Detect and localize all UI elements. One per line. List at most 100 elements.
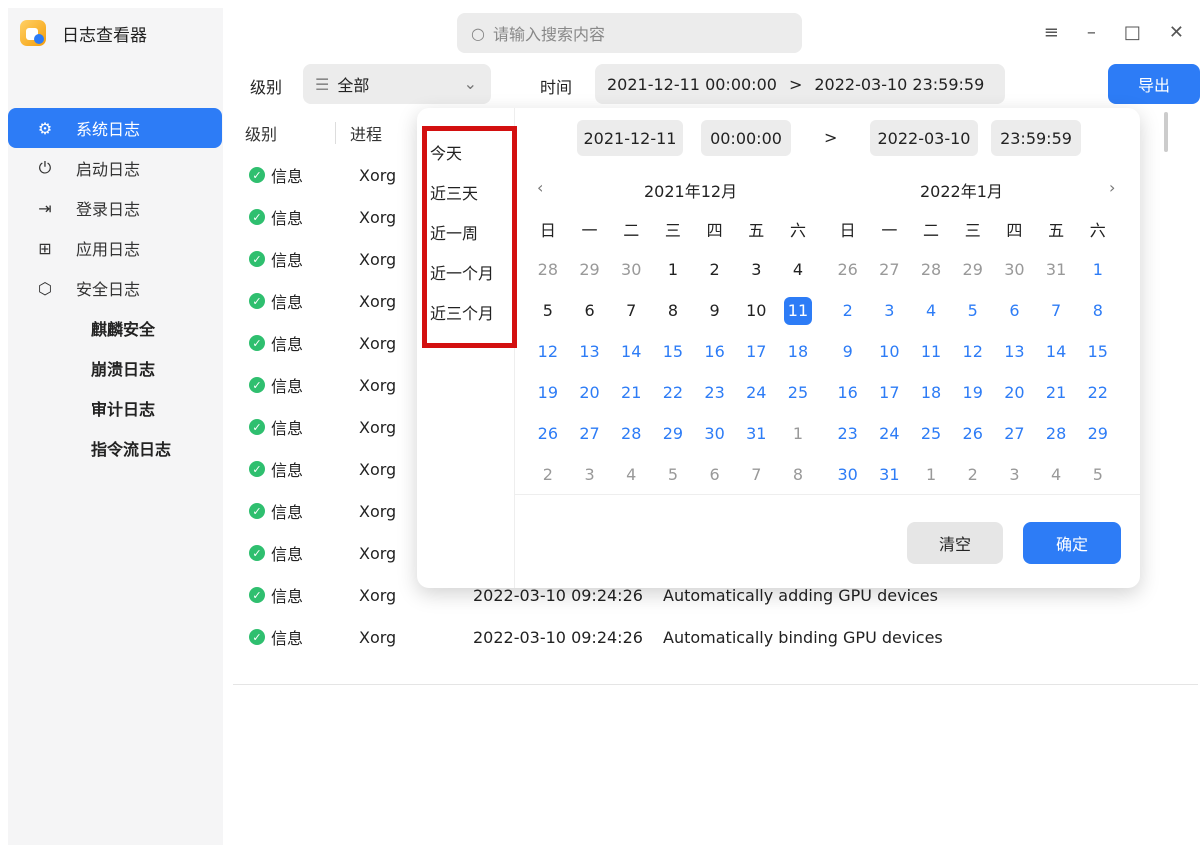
day-cell[interactable]: 5 xyxy=(652,454,694,495)
day-cell[interactable]: 25 xyxy=(910,413,952,454)
day-cell[interactable]: 19 xyxy=(952,372,994,413)
day-cell[interactable]: 19 xyxy=(527,372,569,413)
day-cell[interactable]: 6 xyxy=(569,290,611,331)
day-cell[interactable]: 2 xyxy=(694,249,736,290)
day-cell[interactable]: 2 xyxy=(527,454,569,495)
minimize-icon[interactable]: – xyxy=(1087,22,1096,43)
day-cell[interactable]: 3 xyxy=(869,290,911,331)
day-cell[interactable]: 1 xyxy=(652,249,694,290)
sidebar-item-0[interactable]: ⚙ 系统日志 xyxy=(8,108,222,148)
day-cell[interactable]: 15 xyxy=(1077,331,1119,372)
sidebar-item-4[interactable]: ⬡ 安全日志 xyxy=(8,268,223,308)
day-cell[interactable]: 4 xyxy=(910,290,952,331)
day-cell[interactable]: 26 xyxy=(827,249,869,290)
day-cell[interactable]: 26 xyxy=(952,413,994,454)
level-select[interactable]: ☰ 全部 ⌄ xyxy=(303,64,491,104)
day-cell[interactable]: 27 xyxy=(994,413,1036,454)
day-cell[interactable]: 16 xyxy=(827,372,869,413)
day-cell[interactable]: 28 xyxy=(910,249,952,290)
day-cell[interactable]: 3 xyxy=(569,454,611,495)
confirm-button[interactable]: 确定 xyxy=(1023,522,1121,564)
header-process[interactable]: 进程 xyxy=(350,121,382,145)
day-cell[interactable]: 5 xyxy=(952,290,994,331)
table-row[interactable]: ✓ 信息 Xorg 2022-03-10 09:24:26 Automatically … xyxy=(233,616,1178,658)
sidebar-item-1[interactable]: ⏻ 启动日志 xyxy=(8,148,223,188)
day-cell[interactable]: 6 xyxy=(694,454,736,495)
day-cell[interactable]: 4 xyxy=(777,249,819,290)
day-cell[interactable]: 23 xyxy=(827,413,869,454)
day-cell[interactable]: 29 xyxy=(952,249,994,290)
day-cell[interactable]: 27 xyxy=(869,249,911,290)
end-time-field[interactable]: 23:59:59 xyxy=(991,120,1081,156)
sidebar-item-2[interactable]: ⇥ 登录日志 xyxy=(8,188,223,228)
day-cell[interactable]: 22 xyxy=(1077,372,1119,413)
day-cell[interactable]: 21 xyxy=(610,372,652,413)
clear-button[interactable]: 清空 xyxy=(907,522,1003,564)
day-cell[interactable]: 18 xyxy=(777,331,819,372)
day-cell[interactable]: 29 xyxy=(569,249,611,290)
next-month-icon[interactable]: › xyxy=(1109,178,1115,197)
day-cell[interactable]: 2 xyxy=(827,290,869,331)
day-cell[interactable]: 1 xyxy=(777,413,819,454)
day-cell[interactable]: 23 xyxy=(694,372,736,413)
day-cell[interactable]: 8 xyxy=(652,290,694,331)
start-date-field[interactable]: 2021-12-11 xyxy=(577,120,683,156)
day-cell[interactable]: 20 xyxy=(994,372,1036,413)
day-cell[interactable]: 8 xyxy=(1077,290,1119,331)
day-cell[interactable]: 11 xyxy=(777,290,819,331)
day-cell[interactable]: 13 xyxy=(569,331,611,372)
header-level[interactable]: 级别 xyxy=(233,121,335,145)
day-cell[interactable]: 4 xyxy=(1035,454,1077,495)
day-cell[interactable]: 7 xyxy=(735,454,777,495)
day-cell[interactable]: 20 xyxy=(569,372,611,413)
day-cell[interactable]: 29 xyxy=(652,413,694,454)
day-cell[interactable]: 9 xyxy=(827,331,869,372)
day-cell[interactable]: 3 xyxy=(994,454,1036,495)
prev-month-icon[interactable]: ‹ xyxy=(537,178,543,197)
end-date-field[interactable]: 2022-03-10 xyxy=(870,120,978,156)
day-cell[interactable]: 26 xyxy=(527,413,569,454)
day-cell[interactable]: 16 xyxy=(694,331,736,372)
day-cell[interactable]: 15 xyxy=(652,331,694,372)
day-cell[interactable]: 25 xyxy=(777,372,819,413)
day-cell[interactable]: 5 xyxy=(527,290,569,331)
day-cell[interactable]: 10 xyxy=(869,331,911,372)
sidebar-subitem-0[interactable]: 麒麟安全 xyxy=(8,308,223,348)
day-cell[interactable]: 24 xyxy=(869,413,911,454)
day-cell[interactable]: 14 xyxy=(1035,331,1077,372)
day-cell[interactable]: 21 xyxy=(1035,372,1077,413)
day-cell[interactable]: 28 xyxy=(527,249,569,290)
day-cell[interactable]: 4 xyxy=(610,454,652,495)
day-cell[interactable]: 28 xyxy=(1035,413,1077,454)
day-cell[interactable]: 31 xyxy=(869,454,911,495)
day-cell[interactable]: 30 xyxy=(610,249,652,290)
day-cell[interactable]: 9 xyxy=(694,290,736,331)
export-button[interactable]: 导出 xyxy=(1108,64,1200,104)
day-cell[interactable]: 12 xyxy=(527,331,569,372)
day-cell[interactable]: 28 xyxy=(610,413,652,454)
day-cell[interactable]: 10 xyxy=(735,290,777,331)
day-cell[interactable]: 24 xyxy=(735,372,777,413)
day-cell[interactable]: 1 xyxy=(1077,249,1119,290)
day-cell[interactable]: 14 xyxy=(610,331,652,372)
day-cell[interactable]: 1 xyxy=(910,454,952,495)
sidebar-subitem-2[interactable]: 审计日志 xyxy=(8,388,223,428)
day-cell[interactable]: 13 xyxy=(994,331,1036,372)
day-cell[interactable]: 31 xyxy=(1035,249,1077,290)
day-cell[interactable]: 30 xyxy=(994,249,1036,290)
sidebar-item-3[interactable]: ⊞ 应用日志 xyxy=(8,228,223,268)
maximize-icon[interactable]: □ xyxy=(1124,22,1141,43)
sidebar-subitem-1[interactable]: 崩溃日志 xyxy=(8,348,223,388)
day-cell[interactable]: 29 xyxy=(1077,413,1119,454)
day-cell[interactable]: 8 xyxy=(777,454,819,495)
day-cell[interactable]: 3 xyxy=(735,249,777,290)
close-icon[interactable]: ✕ xyxy=(1169,22,1184,43)
start-time-field[interactable]: 00:00:00 xyxy=(701,120,791,156)
search-input[interactable]: ○ 请输入搜索内容 xyxy=(457,13,802,53)
time-range-field[interactable]: 2021-12-11 00:00:00 > 2022-03-10 23:59:5… xyxy=(595,64,1005,104)
day-cell[interactable]: 5 xyxy=(1077,454,1119,495)
menu-icon[interactable]: ≡ xyxy=(1044,22,1059,43)
day-cell[interactable]: 12 xyxy=(952,331,994,372)
day-cell[interactable]: 30 xyxy=(827,454,869,495)
day-cell[interactable]: 2 xyxy=(952,454,994,495)
